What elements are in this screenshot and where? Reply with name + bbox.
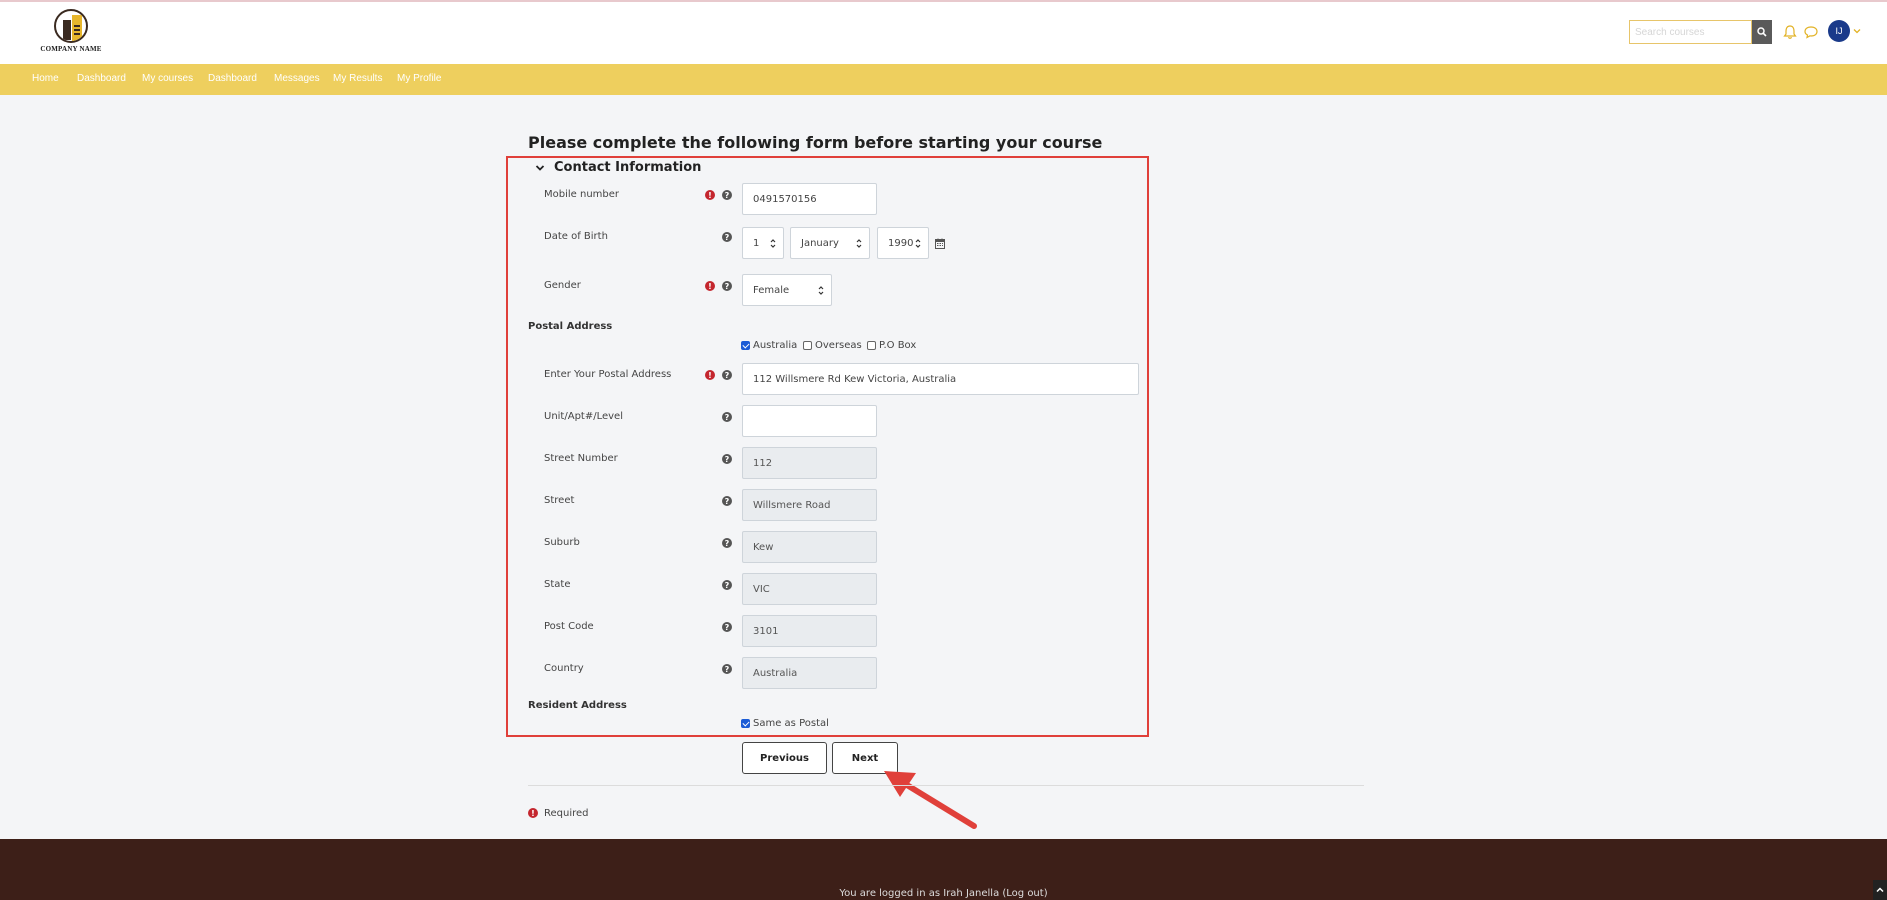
unit-label: Unit/Apt#/Level (544, 411, 623, 422)
chevron-down-icon (535, 164, 545, 171)
select-arrows-icon (818, 286, 824, 295)
nav-my-profile[interactable]: My Profile (397, 73, 441, 84)
messages-chat-icon[interactable] (1803, 24, 1819, 40)
same-as-postal-checkbox[interactable] (741, 719, 750, 728)
street-number-label: Street Number (544, 453, 618, 464)
country-label: Country (544, 663, 584, 674)
help-icon[interactable]: ? (722, 580, 732, 590)
dob-month-value: January (801, 237, 839, 249)
country-input: Australia (742, 657, 877, 689)
state-input: VIC (742, 573, 877, 605)
form-divider (528, 785, 1364, 786)
required-icon: ! (705, 281, 715, 291)
mobile-input[interactable]: 0491570156 (742, 183, 877, 215)
contact-information-toggle[interactable]: Contact Information (535, 160, 701, 175)
overseas-checkbox-label: Overseas (815, 340, 862, 351)
required-icon: ! (705, 370, 715, 380)
required-note: Required (544, 808, 589, 819)
nav-messages[interactable]: Messages (274, 73, 320, 84)
help-icon[interactable]: ? (722, 232, 732, 242)
help-icon[interactable]: ? (722, 412, 732, 422)
required-icon: ! (705, 190, 715, 200)
australia-checkbox-label: Australia (753, 340, 798, 351)
chevron-down-icon[interactable] (1853, 27, 1861, 35)
nav-home[interactable]: Home (32, 73, 59, 84)
nav-dashboard[interactable]: Dashboard (77, 73, 126, 84)
nav-my-results[interactable]: My Results (333, 73, 382, 84)
dob-day-value: 1 (753, 237, 760, 249)
logo-text: COMPANY NAME (40, 45, 102, 53)
select-arrows-icon (770, 239, 776, 248)
street-label: Street (544, 495, 575, 506)
search-icon (1757, 27, 1767, 37)
notification-bell-icon[interactable] (1783, 24, 1797, 40)
postal-address-input[interactable]: 112 Willsmere Rd Kew Victoria, Australia (742, 363, 1139, 395)
required-icon: ! (528, 808, 538, 818)
same-as-postal-label: Same as Postal (753, 718, 829, 729)
select-arrows-icon (915, 239, 921, 248)
gender-label: Gender (544, 280, 581, 291)
search-button[interactable] (1752, 20, 1772, 44)
postal-address-heading: Postal Address (528, 321, 613, 332)
help-icon[interactable]: ? (722, 622, 732, 632)
suburb-label: Suburb (544, 537, 580, 548)
chevron-up-icon (1876, 887, 1884, 893)
help-icon[interactable]: ? (722, 538, 732, 548)
street-input: Willsmere Road (742, 489, 877, 521)
select-arrows-icon (856, 239, 862, 248)
street-number-input: 112 (742, 447, 877, 479)
search-input[interactable] (1629, 20, 1752, 44)
po-box-checkbox[interactable] (867, 341, 876, 350)
mobile-label: Mobile number (544, 189, 620, 200)
dob-label: Date of Birth (544, 231, 608, 242)
nav-my-courses[interactable]: My courses (142, 73, 193, 84)
help-icon[interactable]: ? (722, 664, 732, 674)
previous-button[interactable]: Previous (742, 742, 827, 774)
suburb-input: Kew (742, 531, 877, 563)
help-icon[interactable]: ? (722, 454, 732, 464)
help-icon[interactable]: ? (722, 370, 732, 380)
postal-address-label: Enter Your Postal Address (544, 369, 672, 380)
logo-building-icon (54, 9, 88, 43)
calendar-icon[interactable] (935, 238, 945, 249)
user-avatar[interactable]: IJ (1828, 20, 1850, 42)
australia-checkbox[interactable] (741, 341, 750, 350)
help-icon[interactable]: ? (722, 496, 732, 506)
nav-dashboard-2[interactable]: Dashboard (208, 73, 257, 84)
logged-in-text[interactable]: You are logged in as Irah Janella (Log o… (0, 888, 1887, 899)
help-icon[interactable]: ? (722, 281, 732, 291)
po-box-checkbox-label: P.O Box (879, 340, 917, 351)
dob-month-select[interactable]: January (790, 227, 870, 259)
resident-address-heading: Resident Address (528, 700, 627, 711)
company-logo[interactable]: COMPANY NAME (40, 9, 102, 57)
back-to-top-button[interactable] (1873, 880, 1887, 900)
postcode-label: Post Code (544, 621, 594, 632)
state-label: State (544, 579, 571, 590)
site-header (0, 2, 1887, 64)
postcode-input: 3101 (742, 615, 877, 647)
dob-year-select[interactable]: 1990 (877, 227, 929, 259)
dob-day-select[interactable]: 1 (742, 227, 784, 259)
overseas-checkbox[interactable] (803, 341, 812, 350)
page-title: Please complete the following form befor… (528, 133, 1103, 152)
unit-input[interactable] (742, 405, 877, 437)
section-title: Contact Information (554, 160, 702, 175)
gender-value: Female (753, 284, 790, 296)
help-icon[interactable]: ? (722, 190, 732, 200)
dob-year-value: 1990 (888, 237, 914, 249)
gender-select[interactable]: Female (742, 274, 832, 306)
annotation-arrow-icon (884, 771, 977, 829)
